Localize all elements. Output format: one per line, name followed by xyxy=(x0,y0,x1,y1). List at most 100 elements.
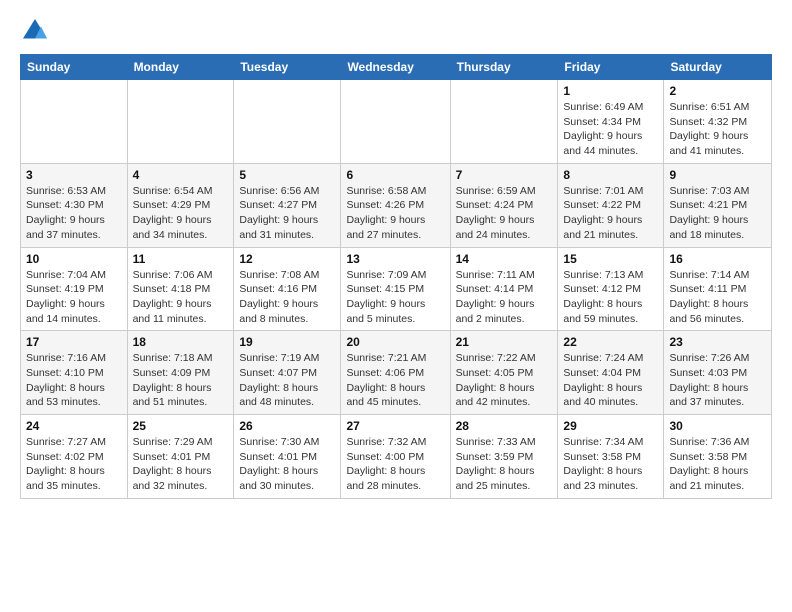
day-cell: 21 Sunrise: 7:22 AM Sunset: 4:05 PM Dayli… xyxy=(450,331,558,415)
day-detail: Sunrise: 7:32 AM Sunset: 4:00 PM Dayligh… xyxy=(346,435,444,494)
logo-icon xyxy=(20,16,50,46)
day-number: 29 xyxy=(563,419,658,433)
header-cell-monday: Monday xyxy=(127,55,234,80)
calendar: SundayMondayTuesdayWednesdayThursdayFrid… xyxy=(20,54,772,499)
day-number: 10 xyxy=(26,252,122,266)
day-number: 1 xyxy=(563,84,658,98)
day-cell: 29 Sunrise: 7:34 AM Sunset: 3:58 PM Dayli… xyxy=(558,415,664,499)
day-detail: Sunrise: 6:56 AM Sunset: 4:27 PM Dayligh… xyxy=(239,184,335,243)
page: SundayMondayTuesdayWednesdayThursdayFrid… xyxy=(0,0,792,612)
day-detail: Sunrise: 7:16 AM Sunset: 4:10 PM Dayligh… xyxy=(26,351,122,410)
day-detail: Sunrise: 7:26 AM Sunset: 4:03 PM Dayligh… xyxy=(669,351,766,410)
day-number: 21 xyxy=(456,335,553,349)
day-number: 23 xyxy=(669,335,766,349)
day-detail: Sunrise: 7:27 AM Sunset: 4:02 PM Dayligh… xyxy=(26,435,122,494)
day-number: 11 xyxy=(133,252,229,266)
day-number: 9 xyxy=(669,168,766,182)
day-cell: 27Sunrise: 7:32 AM Sunset: 4:00 PM Dayli… xyxy=(341,415,450,499)
day-detail: Sunrise: 7:33 AM Sunset: 3:59 PM Dayligh… xyxy=(456,435,553,494)
day-number: 4 xyxy=(133,168,229,182)
header-cell-wednesday: Wednesday xyxy=(341,55,450,80)
day-number: 5 xyxy=(239,168,335,182)
day-cell: 18 Sunrise: 7:18 AM Sunset: 4:09 PM Dayli… xyxy=(127,331,234,415)
day-detail: Sunrise: 6:58 AM Sunset: 4:26 PM Dayligh… xyxy=(346,184,444,243)
day-detail: Sunrise: 7:04 AM Sunset: 4:19 PM Dayligh… xyxy=(26,268,122,327)
day-detail: Sunrise: 7:18 AM Sunset: 4:09 PM Dayligh… xyxy=(133,351,229,410)
calendar-header: SundayMondayTuesdayWednesdayThursdayFrid… xyxy=(21,55,772,80)
day-number: 6 xyxy=(346,168,444,182)
day-number: 19 xyxy=(239,335,335,349)
day-detail: Sunrise: 7:13 AM Sunset: 4:12 PM Dayligh… xyxy=(563,268,658,327)
header-cell-thursday: Thursday xyxy=(450,55,558,80)
header-row: SundayMondayTuesdayWednesdayThursdayFrid… xyxy=(21,55,772,80)
day-number: 14 xyxy=(456,252,553,266)
day-cell: 25Sunrise: 7:29 AM Sunset: 4:01 PM Dayli… xyxy=(127,415,234,499)
day-cell xyxy=(234,80,341,164)
day-detail: Sunrise: 7:03 AM Sunset: 4:21 PM Dayligh… xyxy=(669,184,766,243)
day-detail: Sunrise: 6:51 AM Sunset: 4:32 PM Dayligh… xyxy=(669,100,766,159)
day-number: 25 xyxy=(133,419,229,433)
day-cell: 9 Sunrise: 7:03 AM Sunset: 4:21 PM Daylig… xyxy=(664,163,772,247)
day-detail: Sunrise: 7:34 AM Sunset: 3:58 PM Dayligh… xyxy=(563,435,658,494)
week-row-4: 17 Sunrise: 7:16 AM Sunset: 4:10 PM Dayli… xyxy=(21,331,772,415)
day-detail: Sunrise: 7:22 AM Sunset: 4:05 PM Dayligh… xyxy=(456,351,553,410)
day-number: 17 xyxy=(26,335,122,349)
day-cell: 10 Sunrise: 7:04 AM Sunset: 4:19 PM Dayli… xyxy=(21,247,128,331)
day-number: 18 xyxy=(133,335,229,349)
header-cell-sunday: Sunday xyxy=(21,55,128,80)
week-row-2: 3Sunrise: 6:53 AM Sunset: 4:30 PM Daylig… xyxy=(21,163,772,247)
day-number: 7 xyxy=(456,168,553,182)
day-detail: Sunrise: 7:19 AM Sunset: 4:07 PM Dayligh… xyxy=(239,351,335,410)
day-detail: Sunrise: 7:30 AM Sunset: 4:01 PM Dayligh… xyxy=(239,435,335,494)
day-number: 22 xyxy=(563,335,658,349)
day-cell: 19 Sunrise: 7:19 AM Sunset: 4:07 PM Dayli… xyxy=(234,331,341,415)
day-detail: Sunrise: 6:54 AM Sunset: 4:29 PM Dayligh… xyxy=(133,184,229,243)
header-cell-saturday: Saturday xyxy=(664,55,772,80)
day-number: 16 xyxy=(669,252,766,266)
day-cell: 13 Sunrise: 7:09 AM Sunset: 4:15 PM Dayli… xyxy=(341,247,450,331)
week-row-5: 24Sunrise: 7:27 AM Sunset: 4:02 PM Dayli… xyxy=(21,415,772,499)
day-cell: 8Sunrise: 7:01 AM Sunset: 4:22 PM Daylig… xyxy=(558,163,664,247)
day-cell: 5 Sunrise: 6:56 AM Sunset: 4:27 PM Daylig… xyxy=(234,163,341,247)
day-cell: 30 Sunrise: 7:36 AM Sunset: 3:58 PM Dayli… xyxy=(664,415,772,499)
day-cell: 7Sunrise: 6:59 AM Sunset: 4:24 PM Daylig… xyxy=(450,163,558,247)
day-number: 26 xyxy=(239,419,335,433)
logo xyxy=(20,16,54,46)
day-detail: Sunrise: 7:01 AM Sunset: 4:22 PM Dayligh… xyxy=(563,184,658,243)
day-detail: Sunrise: 7:08 AM Sunset: 4:16 PM Dayligh… xyxy=(239,268,335,327)
day-number: 30 xyxy=(669,419,766,433)
day-cell: 23 Sunrise: 7:26 AM Sunset: 4:03 PM Dayli… xyxy=(664,331,772,415)
day-number: 2 xyxy=(669,84,766,98)
day-detail: Sunrise: 7:24 AM Sunset: 4:04 PM Dayligh… xyxy=(563,351,658,410)
calendar-body: 1 Sunrise: 6:49 AM Sunset: 4:34 PM Daylig… xyxy=(21,80,772,499)
day-cell: 17 Sunrise: 7:16 AM Sunset: 4:10 PM Dayli… xyxy=(21,331,128,415)
day-cell: 6 Sunrise: 6:58 AM Sunset: 4:26 PM Daylig… xyxy=(341,163,450,247)
day-number: 15 xyxy=(563,252,658,266)
day-detail: Sunrise: 7:09 AM Sunset: 4:15 PM Dayligh… xyxy=(346,268,444,327)
day-cell: 15 Sunrise: 7:13 AM Sunset: 4:12 PM Dayli… xyxy=(558,247,664,331)
day-cell: 3Sunrise: 6:53 AM Sunset: 4:30 PM Daylig… xyxy=(21,163,128,247)
day-cell: 2 Sunrise: 6:51 AM Sunset: 4:32 PM Daylig… xyxy=(664,80,772,164)
day-number: 12 xyxy=(239,252,335,266)
day-detail: Sunrise: 7:36 AM Sunset: 3:58 PM Dayligh… xyxy=(669,435,766,494)
day-number: 20 xyxy=(346,335,444,349)
header-cell-tuesday: Tuesday xyxy=(234,55,341,80)
day-cell: 12 Sunrise: 7:08 AM Sunset: 4:16 PM Dayli… xyxy=(234,247,341,331)
day-detail: Sunrise: 7:21 AM Sunset: 4:06 PM Dayligh… xyxy=(346,351,444,410)
day-cell: 26 Sunrise: 7:30 AM Sunset: 4:01 PM Dayli… xyxy=(234,415,341,499)
week-row-1: 1 Sunrise: 6:49 AM Sunset: 4:34 PM Daylig… xyxy=(21,80,772,164)
day-cell: 14Sunrise: 7:11 AM Sunset: 4:14 PM Dayli… xyxy=(450,247,558,331)
day-detail: Sunrise: 6:49 AM Sunset: 4:34 PM Dayligh… xyxy=(563,100,658,159)
day-cell: 24Sunrise: 7:27 AM Sunset: 4:02 PM Dayli… xyxy=(21,415,128,499)
day-cell xyxy=(21,80,128,164)
day-number: 28 xyxy=(456,419,553,433)
day-cell: 22 Sunrise: 7:24 AM Sunset: 4:04 PM Dayli… xyxy=(558,331,664,415)
day-cell: 16 Sunrise: 7:14 AM Sunset: 4:11 PM Dayli… xyxy=(664,247,772,331)
day-cell: 20 Sunrise: 7:21 AM Sunset: 4:06 PM Dayli… xyxy=(341,331,450,415)
header-cell-friday: Friday xyxy=(558,55,664,80)
day-detail: Sunrise: 7:14 AM Sunset: 4:11 PM Dayligh… xyxy=(669,268,766,327)
day-number: 13 xyxy=(346,252,444,266)
day-cell: 11Sunrise: 7:06 AM Sunset: 4:18 PM Dayli… xyxy=(127,247,234,331)
day-cell: 28 Sunrise: 7:33 AM Sunset: 3:59 PM Dayli… xyxy=(450,415,558,499)
week-row-3: 10 Sunrise: 7:04 AM Sunset: 4:19 PM Dayli… xyxy=(21,247,772,331)
